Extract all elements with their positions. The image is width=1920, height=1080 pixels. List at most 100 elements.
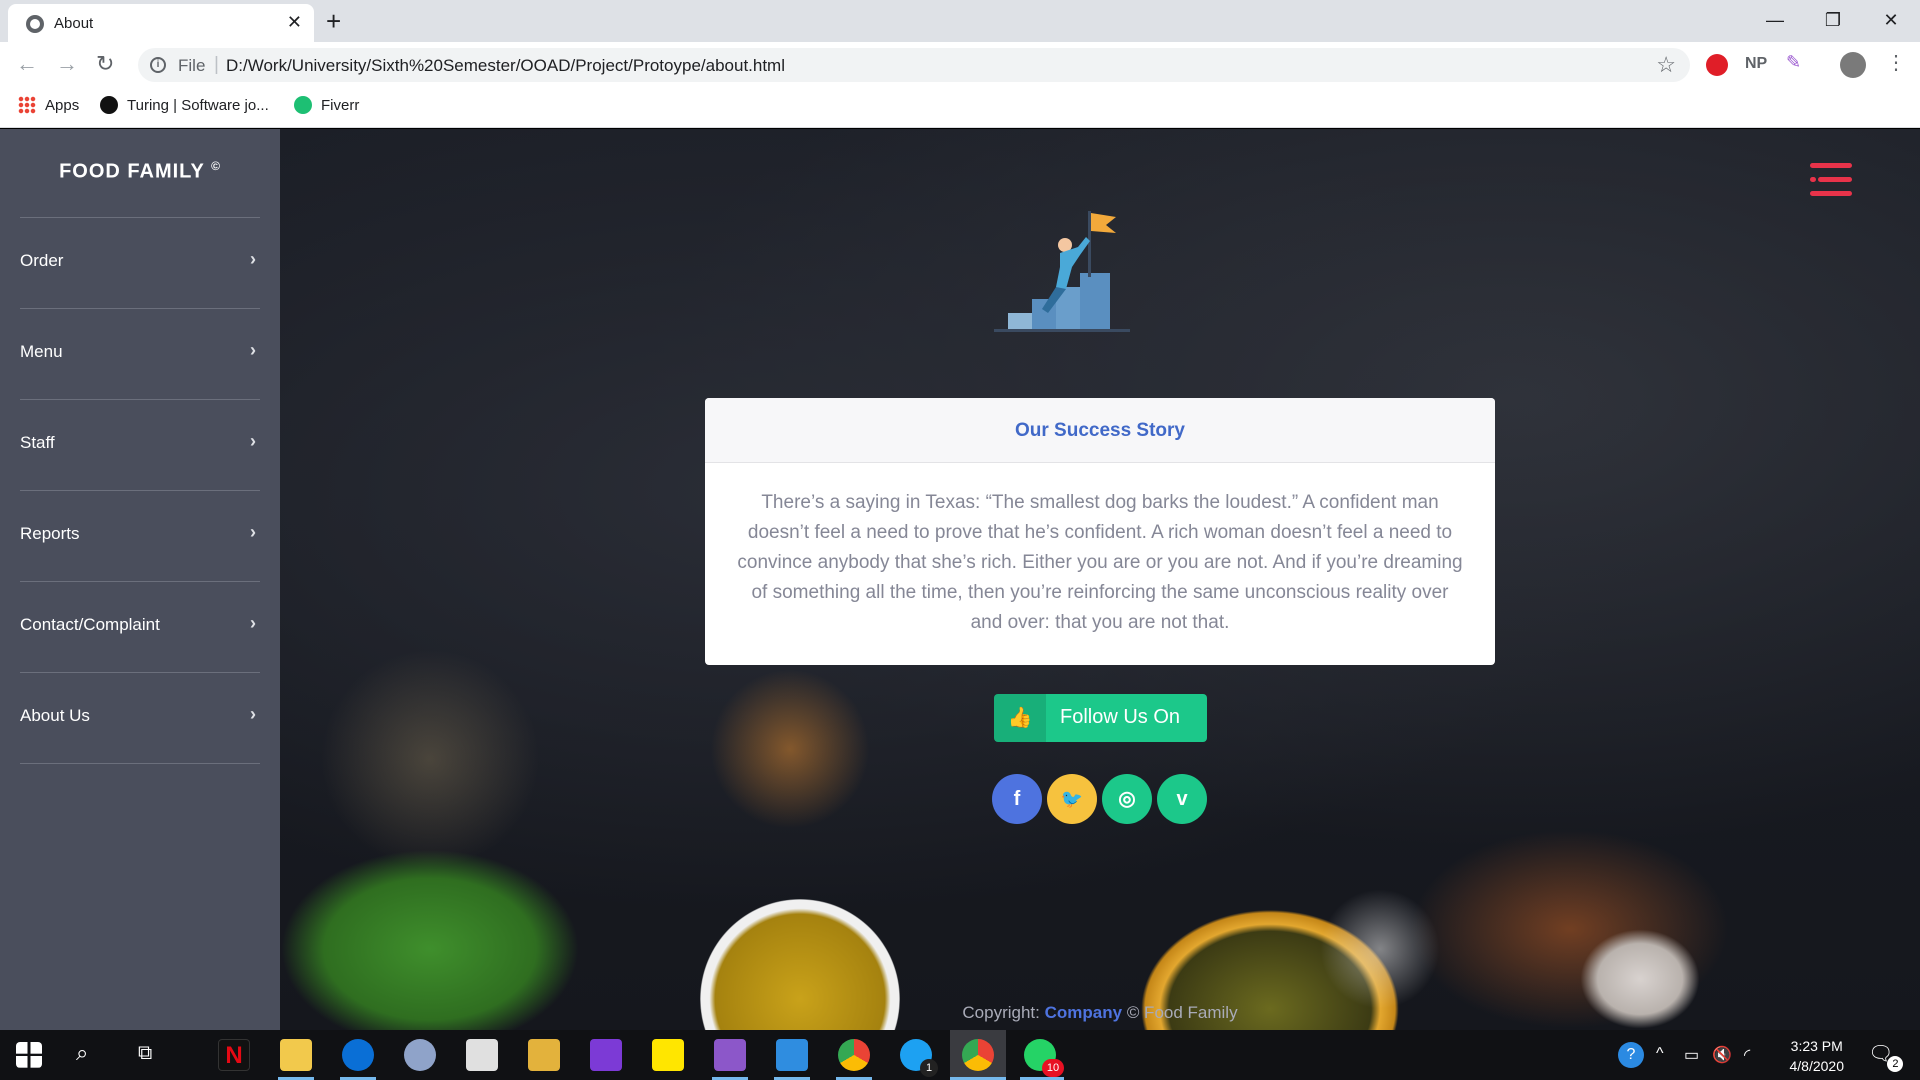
brand-title[interactable]: FOOD FAMILY © [0, 159, 280, 184]
browser-menu-icon[interactable]: ⋮ [1886, 50, 1908, 74]
page-viewport: FOOD FAMILY © Order › Menu › Staff › Rep… [0, 129, 1920, 1030]
sidebar-item-order[interactable]: Order › [20, 219, 260, 309]
address-bar[interactable]: i File | D:/Work/University/Sixth%20Seme… [138, 48, 1690, 82]
system-clock[interactable]: 3:23 PM 4/8/2020 [1790, 1036, 1845, 1076]
company-link[interactable]: Company [1045, 1003, 1122, 1022]
bookmarks-bar: Apps Turing | Software jo... Fiverr [0, 88, 1920, 128]
np-extension-icon[interactable]: NP [1745, 55, 1775, 77]
wifi-icon[interactable]: ◜ [1744, 1045, 1750, 1065]
url-scheme-label: File [178, 56, 206, 75]
skype-icon[interactable]: 1 [900, 1039, 938, 1077]
url-text[interactable]: D:/Work/University/Sixth%20Semester/OOAD… [226, 56, 785, 76]
task-view-icon[interactable]: ⧉ [138, 1042, 152, 1065]
chevron-right-icon: › [250, 522, 256, 542]
sidebar-item-label: Menu [20, 342, 63, 361]
chevron-right-icon: › [250, 340, 256, 360]
restore-button[interactable]: ❐ [1810, 4, 1856, 36]
sidebar-item-staff[interactable]: Staff › [20, 401, 260, 491]
minimize-button[interactable]: — [1752, 4, 1798, 36]
windows-taskbar: ⌕ ⧉ N 1 10 ? ^ ▭ 🔇 ◜ 3:23 PM 4/8/2020 🗨 … [0, 1030, 1920, 1080]
thumbs-up-icon: 👍 [994, 694, 1046, 742]
chrome-active-icon[interactable] [962, 1039, 994, 1071]
tab-close-icon[interactable]: ✕ [287, 12, 302, 33]
sidebar-item-label: Order [20, 251, 64, 270]
sidebar-item-label: Staff [20, 433, 55, 452]
bookmark-fiverr[interactable]: Fiverr [294, 96, 359, 114]
opera-extension-icon[interactable] [1706, 54, 1728, 76]
notification-badge: 2 [1887, 1056, 1904, 1072]
intellij-icon[interactable] [590, 1039, 622, 1071]
card-header: Our Success Story [705, 398, 1495, 463]
success-story-card: Our Success Story There’s a saying in Te… [705, 398, 1495, 665]
chrome-icon[interactable] [838, 1039, 870, 1071]
sidebar-item-about-us[interactable]: About Us › [20, 674, 260, 764]
vimeo-icon[interactable]: v [1157, 774, 1207, 824]
sidebar-item-reports[interactable]: Reports › [20, 492, 260, 582]
success-flag-icon [994, 211, 1130, 332]
skype-badge: 1 [920, 1059, 938, 1077]
globe-icon [26, 15, 44, 33]
bookmark-turing[interactable]: Turing | Software jo... [100, 96, 269, 114]
turing-logo-icon [100, 96, 118, 114]
facebook-icon[interactable]: f [992, 774, 1042, 824]
main-content: Our Success Story There’s a saying in Te… [280, 129, 1920, 1030]
visual-studio-icon[interactable] [714, 1039, 746, 1071]
search-icon[interactable]: ⌕ [76, 1040, 88, 1066]
card-title: Our Success Story [1014, 420, 1186, 441]
chevron-right-icon: › [250, 704, 256, 724]
profile-avatar[interactable] [1840, 52, 1866, 78]
brand-mark: © [211, 159, 221, 173]
url-separator: | [214, 54, 219, 75]
file-explorer-icon[interactable] [280, 1039, 312, 1071]
sidebar-item-label: About Us [20, 706, 90, 725]
twitter-icon[interactable]: 🐦 [1047, 774, 1097, 824]
vs-code-server-icon[interactable] [528, 1039, 560, 1071]
notification-center-icon[interactable]: 🗨 2 [1868, 1041, 1904, 1072]
browser-toolbar: ← → ↻ i File | D:/Work/University/Sixth%… [0, 42, 1920, 88]
chevron-right-icon: › [250, 613, 256, 633]
unity-icon[interactable] [466, 1039, 498, 1071]
whatsapp-icon[interactable]: 10 [1024, 1039, 1064, 1077]
sidebar: FOOD FAMILY © Order › Menu › Staff › Rep… [0, 129, 280, 1030]
chevron-right-icon: › [250, 431, 256, 451]
volume-muted-icon[interactable]: 🔇 [1712, 1045, 1732, 1065]
bookmark-star-icon[interactable]: ☆ [1656, 52, 1676, 78]
pen-extension-icon[interactable]: ✎ [1786, 52, 1808, 74]
footer-copyright: Copyright: Company © Food Family [280, 1003, 1920, 1023]
sidebar-item-contact-complaint[interactable]: Contact/Complaint › [20, 583, 260, 673]
netflix-icon[interactable]: N [218, 1039, 250, 1071]
new-tab-button[interactable]: + [326, 6, 341, 37]
apps-grid-icon [18, 96, 36, 114]
browser-tab-about[interactable]: About ✕ [8, 4, 314, 42]
info-icon[interactable]: i [150, 57, 166, 73]
sidebar-divider [20, 217, 260, 218]
back-arrow-icon[interactable]: ← [16, 51, 38, 77]
bookmark-label: Fiverr [321, 96, 360, 114]
sidebar-item-label: Contact/Complaint [20, 615, 160, 634]
reload-icon[interactable]: ↻ [96, 51, 114, 77]
snipping-tool-icon[interactable] [404, 1039, 436, 1071]
browser-titlebar: About ✕ + — ❐ ✕ [0, 0, 1920, 42]
battery-icon[interactable]: ▭ [1684, 1045, 1699, 1065]
clock-date: 4/8/2020 [1789, 1058, 1845, 1074]
bookmark-label: Apps [45, 96, 80, 114]
forward-arrow-icon[interactable]: → [56, 51, 78, 77]
edge-icon[interactable] [342, 1039, 374, 1071]
vscode-icon[interactable] [776, 1039, 808, 1071]
card-body-text: There’s a saying in Texas: “The smallest… [737, 492, 1463, 633]
whatsapp-badge: 10 [1042, 1059, 1064, 1077]
sidebar-item-menu[interactable]: Menu › [20, 310, 260, 400]
follow-us-label: Follow Us On [1060, 706, 1181, 728]
windows-start-icon[interactable] [16, 1042, 42, 1068]
hamburger-menu-icon[interactable] [1810, 163, 1852, 203]
tray-chevron-up-icon[interactable]: ^ [1656, 1045, 1664, 1063]
instagram-icon[interactable]: ◎ [1102, 774, 1152, 824]
window-close-button[interactable]: ✕ [1868, 4, 1914, 36]
help-icon[interactable]: ? [1618, 1042, 1644, 1068]
fiverr-logo-icon [294, 96, 312, 114]
sidebar-item-label: Reports [20, 524, 80, 543]
follow-us-button[interactable]: 👍 Follow Us On [994, 694, 1207, 742]
bookmark-apps[interactable]: Apps [18, 96, 79, 114]
bookmark-label: Turing | Software jo... [127, 96, 269, 114]
sticky-notes-icon[interactable] [652, 1039, 684, 1071]
